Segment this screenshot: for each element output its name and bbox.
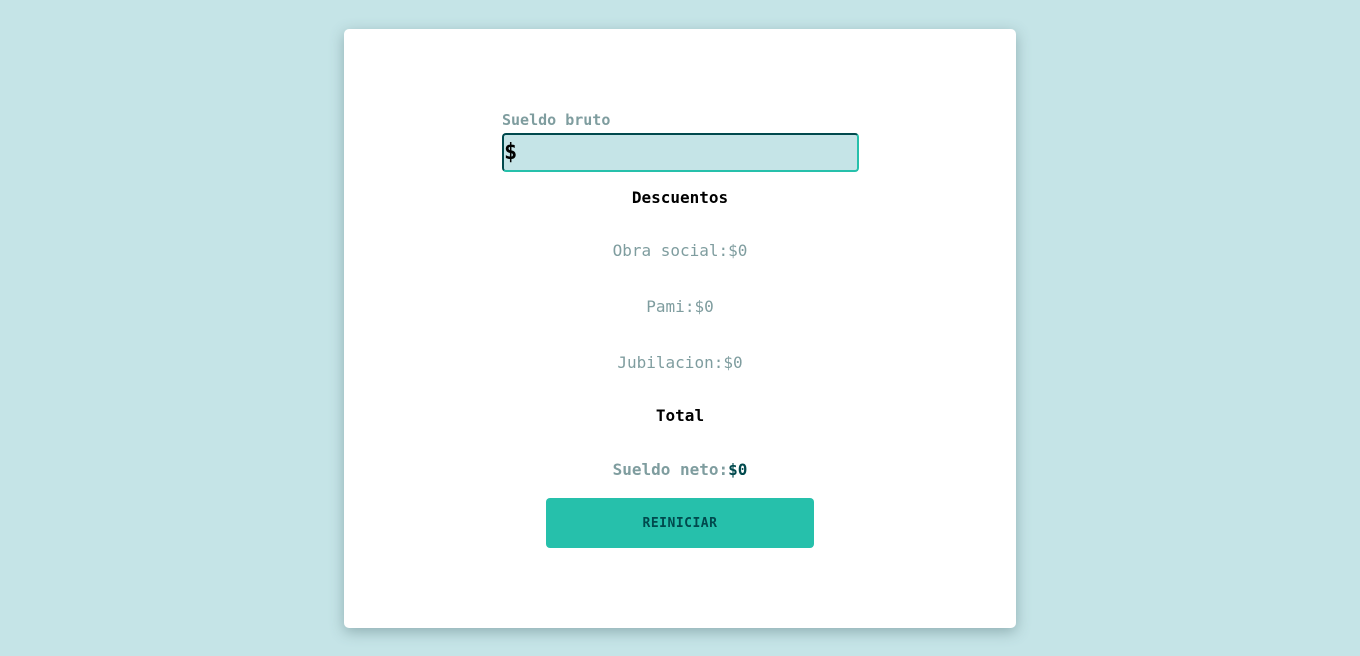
dollar-icon: $ <box>504 140 518 165</box>
salary-input-wrapper[interactable]: $ <box>502 133 859 172</box>
deduction-row-jubilacion: Jubilacion:$0 <box>344 353 1016 372</box>
deduction-value: $0 <box>723 353 743 372</box>
net-salary-row: Sueldo neto:$0 <box>344 460 1016 479</box>
deductions-heading: Descuentos <box>631 188 729 207</box>
deduction-value: $0 <box>694 297 714 316</box>
deduction-label: Jubilacion: <box>617 353 724 372</box>
salary-label: Sueldo bruto <box>502 111 611 129</box>
deduction-row-obra-social: Obra social:$0 <box>344 241 1016 260</box>
deduction-value: $0 <box>728 241 748 260</box>
net-salary-label: Sueldo neto: <box>612 460 729 479</box>
deduction-label: Obra social: <box>612 241 729 260</box>
reset-button[interactable]: REINICIAR <box>546 498 814 548</box>
total-heading: Total <box>655 406 705 425</box>
deduction-label: Pami: <box>646 297 695 316</box>
deduction-row-pami: Pami:$0 <box>344 297 1016 316</box>
calculator-card: Sueldo bruto $ Descuentos Obra social:$0… <box>344 29 1016 628</box>
net-salary-value: $0 <box>728 460 748 479</box>
salary-input[interactable] <box>520 135 854 172</box>
